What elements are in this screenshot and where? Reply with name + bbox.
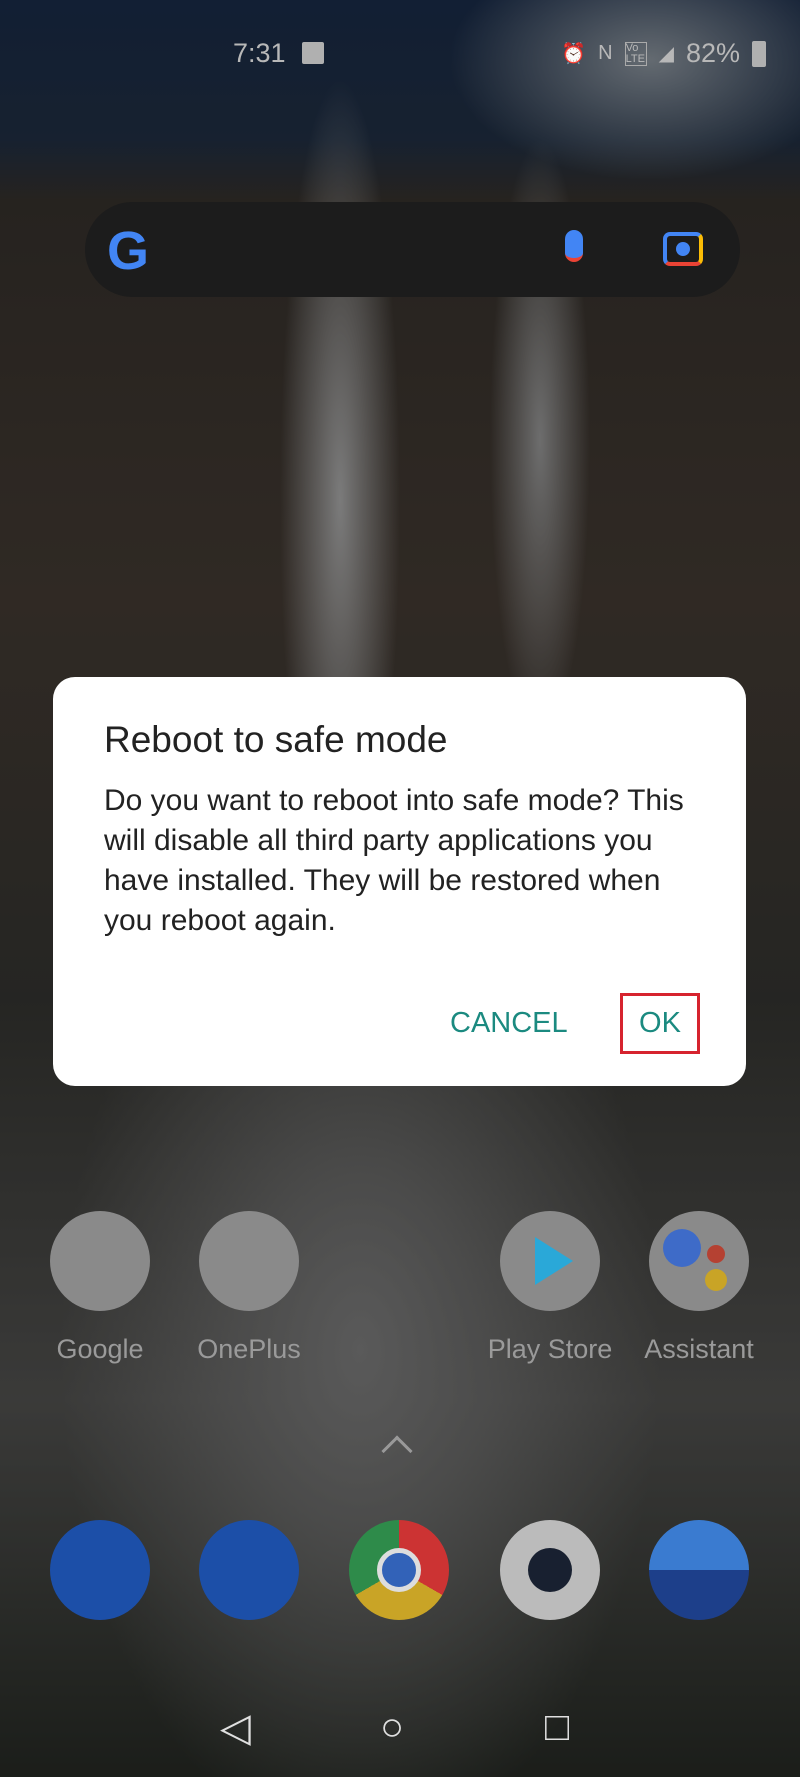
- dialog-title: Reboot to safe mode: [104, 719, 448, 760]
- google-g-icon: G: [107, 221, 150, 281]
- nfc-icon: N: [598, 42, 613, 64]
- home-button[interactable]: ○: [380, 1705, 404, 1750]
- app-label-google: Google: [56, 1334, 144, 1364]
- gallery-app[interactable]: [649, 1520, 749, 1620]
- app-label-assistant: Assistant: [644, 1334, 754, 1364]
- lens-icon[interactable]: [663, 232, 703, 266]
- alarm-icon: ⏰: [561, 43, 587, 65]
- volte-icon: Vo LTE: [624, 41, 647, 66]
- mic-icon[interactable]: [565, 230, 583, 262]
- image-icon: [302, 42, 324, 64]
- signal-icon: ◢: [658, 43, 674, 65]
- ok-button[interactable]: OK: [620, 993, 700, 1054]
- play-store-app[interactable]: [500, 1211, 600, 1311]
- google-search-bar[interactable]: G: [85, 202, 740, 297]
- google-folder[interactable]: [50, 1211, 150, 1311]
- messages-app[interactable]: [199, 1520, 299, 1620]
- recents-button[interactable]: □: [545, 1705, 569, 1750]
- assistant-app[interactable]: [649, 1211, 749, 1311]
- camera-app[interactable]: [500, 1520, 600, 1620]
- app-label-oneplus: OnePlus: [197, 1334, 301, 1364]
- app-label-play-store: Play Store: [487, 1334, 613, 1364]
- back-button[interactable]: ◁: [220, 1705, 251, 1751]
- battery-icon: [752, 40, 766, 67]
- play-icon: [535, 1237, 573, 1285]
- chrome-app[interactable]: [349, 1520, 449, 1620]
- cancel-button[interactable]: CANCEL: [450, 1007, 568, 1040]
- reboot-safe-mode-dialog: Reboot to safe mode Do you want to reboo…: [53, 677, 746, 1086]
- dialog-message: Do you want to reboot into safe mode? Th…: [104, 784, 684, 937]
- battery-percent: 82%: [685, 38, 740, 68]
- clock: 7:31: [233, 38, 286, 68]
- status-bar: 7:31 ⏰ N Vo LTE ◢ 82%: [0, 32, 800, 72]
- oneplus-folder[interactable]: [199, 1211, 299, 1311]
- assistant-icon: [663, 1229, 701, 1267]
- phone-app[interactable]: [50, 1520, 150, 1620]
